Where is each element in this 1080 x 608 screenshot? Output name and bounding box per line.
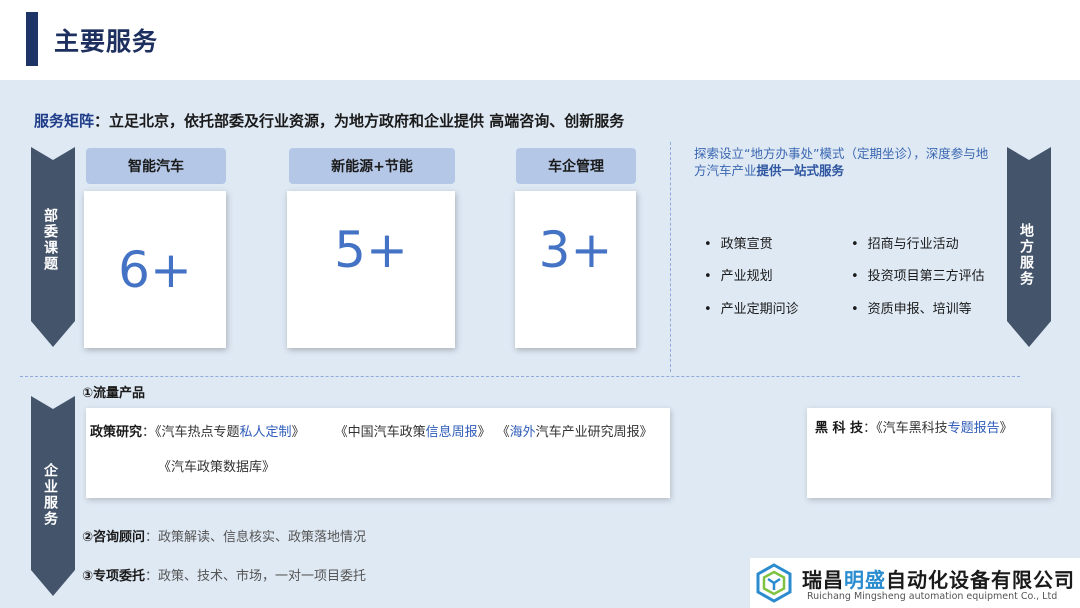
separator: ： [863,421,877,436]
special-commission-title: ③专项委托 [82,569,146,584]
product-text: 《中国汽车政策 [334,425,426,440]
policy-research-label: 政策研究 [90,425,143,440]
consulting-title: ②咨询顾问 [82,530,146,545]
company-logo: 瑞昌明盛自动化设备有限公司 Ruichang Mingsheng automat… [750,558,1080,608]
local-desc-emphasis: 提供一站式服务 [756,163,845,178]
traffic-products-title: ①流量产品 [82,386,146,401]
company-name: 瑞昌明盛自动化设备有限公司 [802,564,1075,593]
consulting-line: ②咨询顾问：政策解读、信息核实、政策落地情况 [82,526,366,545]
company-name-part: 瑞昌 [802,568,844,592]
topic-count: 6+ [118,240,192,299]
ministry-topics-label: 部委课题 [42,208,58,272]
matrix-text: ：立足北京，依托部委及行业资源，为地方政府和企业提供 高端咨询、创新服务 [94,112,625,130]
company-english-name: Ruichang Mingsheng automation equipment … [807,591,1058,602]
topic-card-smart-car: 6+ [84,191,226,348]
policy-research-line-2: 《汽车政策数据库》 [158,460,276,475]
list-item: 资质申报、培训等 [851,298,972,317]
topic-count: 5+ [334,221,408,279]
consulting-text: ：政策解读、信息核实、政策落地情况 [145,530,367,545]
title-accent-bar [26,12,38,66]
product-text: 《汽车热点专题 [155,425,240,440]
topic-tab-smart-car: 智能汽车 [86,148,226,184]
list-item: 招商与行业活动 [851,233,959,252]
product-highlight: 海外 [509,425,536,440]
product-highlight: 私人定制 [239,425,292,440]
policy-research-line-1: 政策研究：《汽车热点专题私人定制》 《中国汽车政策信息周报》 《海外汽车产业研究周报… [90,421,653,440]
page-title: 主要服务 [54,27,159,56]
product-text: 《汽车黑科技 [876,421,948,436]
vertical-divider [670,142,671,372]
topic-card-new-energy: 5+ [287,191,455,348]
matrix-label: 服务矩阵 [34,112,95,130]
black-tech-line: 黑 科 技：《汽车黑科技专题报告》 [815,417,1013,436]
topic-tab-car-management: 车企管理 [516,148,636,184]
product-text: 》 [291,425,305,440]
list-item: 投资项目第三方评估 [851,265,985,284]
product-highlight: 专题报告 [947,421,1000,436]
list-item: 产业规划 [704,265,773,284]
black-tech-label: 黑 科 技 [815,421,864,436]
enterprise-service-label: 企业服务 [42,463,58,527]
horizontal-divider [20,376,1020,377]
topic-count: 3+ [538,221,613,279]
topic-card-car-management: 3+ [515,191,636,348]
local-service-description: 探索设立“地方办事处”模式（定期坐诊），深度参与地方汽车产业提供一站式服务 [694,145,994,179]
local-service-label: 地方服务 [1018,223,1034,287]
service-matrix-line: 服务矩阵：立足北京，依托部委及行业资源，为地方政府和企业提供 高端咨询、创新服务 [34,110,624,131]
list-item: 政策宣贯 [704,233,773,252]
company-logo-icon [756,563,792,603]
header: 主要服务 [0,0,1080,80]
product-text: 》 [999,421,1013,436]
special-commission-text: ：政策、技术、市场，一对一项目委托 [145,569,367,584]
special-commission-line: ③专项委托：政策、技术、市场，一对一项目委托 [82,565,366,584]
company-name-part: 自动化设备有限公司 [886,568,1075,592]
separator: ： [142,425,156,440]
product-text: 汽车产业研究周报》 [535,425,653,440]
product-highlight: 信息周报 [425,425,478,440]
product-text: 《 [496,425,510,440]
company-name-accent: 明盛 [844,568,886,592]
topic-tab-new-energy: 新能源+节能 [289,148,455,184]
list-item: 产业定期问诊 [704,298,799,317]
product-text: 》 [477,425,491,440]
